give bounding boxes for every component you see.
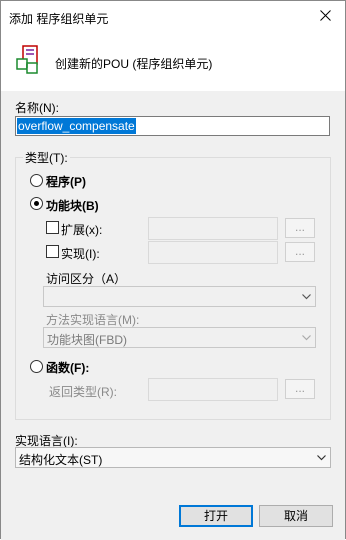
- dialog-footer: 打开 取消: [1, 496, 345, 540]
- chevron-down-icon: [302, 294, 311, 300]
- extends-checkbox[interactable]: [46, 221, 59, 234]
- impl-language-value: 结构化文本(ST): [19, 453, 103, 467]
- method-lang-label: 方法实现语言(M):: [46, 313, 140, 327]
- close-icon: [319, 10, 331, 21]
- extends-label[interactable]: 扩展(x):: [61, 221, 102, 238]
- dialog-body: 创建新的POU (程序组织单元) 名称(N): overflow_compens…: [1, 31, 345, 496]
- type-group-title: 类型(T):: [23, 149, 70, 166]
- dialog-header: 创建新的POU (程序组织单元): [1, 31, 345, 91]
- add-pou-dialog: 添加 程序组织单元 创建新的POU (程序组织单元) 名称(N): overfl…: [0, 0, 346, 540]
- chevron-down-icon: [317, 455, 326, 461]
- cancel-button[interactable]: 取消: [259, 505, 333, 527]
- title-bar: 添加 程序组织单元: [1, 1, 345, 31]
- return-type-input[interactable]: [148, 378, 278, 401]
- impl-language-dropdown[interactable]: 结构化文本(ST): [15, 447, 331, 468]
- chevron-down-icon: [302, 335, 311, 341]
- implements-browse-button[interactable]: ...: [285, 242, 315, 262]
- open-button[interactable]: 打开: [179, 505, 253, 527]
- extends-browse-button[interactable]: ...: [285, 218, 315, 238]
- method-lang-value: 功能块图(FBD): [47, 333, 127, 347]
- function-radio[interactable]: [30, 360, 43, 373]
- dialog-title: 添加 程序组织单元: [9, 12, 109, 26]
- program-label[interactable]: 程序(P): [46, 173, 86, 190]
- header-text: 创建新的POU (程序组织单元): [55, 57, 213, 71]
- access-label: 访问区分（A）: [46, 272, 127, 286]
- implements-label[interactable]: 实现(I):: [61, 245, 100, 262]
- return-type-label: 返回类型(R):: [49, 385, 117, 399]
- method-lang-dropdown[interactable]: 功能块图(FBD): [43, 327, 316, 348]
- return-type-browse-button[interactable]: ...: [285, 379, 315, 399]
- name-label: 名称(N):: [15, 101, 59, 115]
- access-dropdown[interactable]: [43, 286, 316, 307]
- name-input[interactable]: overflow_compensate: [15, 116, 330, 136]
- extends-input[interactable]: [148, 217, 278, 240]
- implements-input[interactable]: [148, 241, 278, 264]
- name-input-value: overflow_compensate: [17, 118, 136, 134]
- function-block-label[interactable]: 功能块(B): [46, 197, 99, 214]
- implements-checkbox[interactable]: [46, 245, 59, 258]
- function-block-radio[interactable]: [30, 197, 43, 210]
- program-radio[interactable]: [30, 174, 43, 187]
- close-button[interactable]: [315, 6, 335, 26]
- function-label[interactable]: 函数(F):: [46, 359, 89, 376]
- pou-icon: [16, 45, 38, 74]
